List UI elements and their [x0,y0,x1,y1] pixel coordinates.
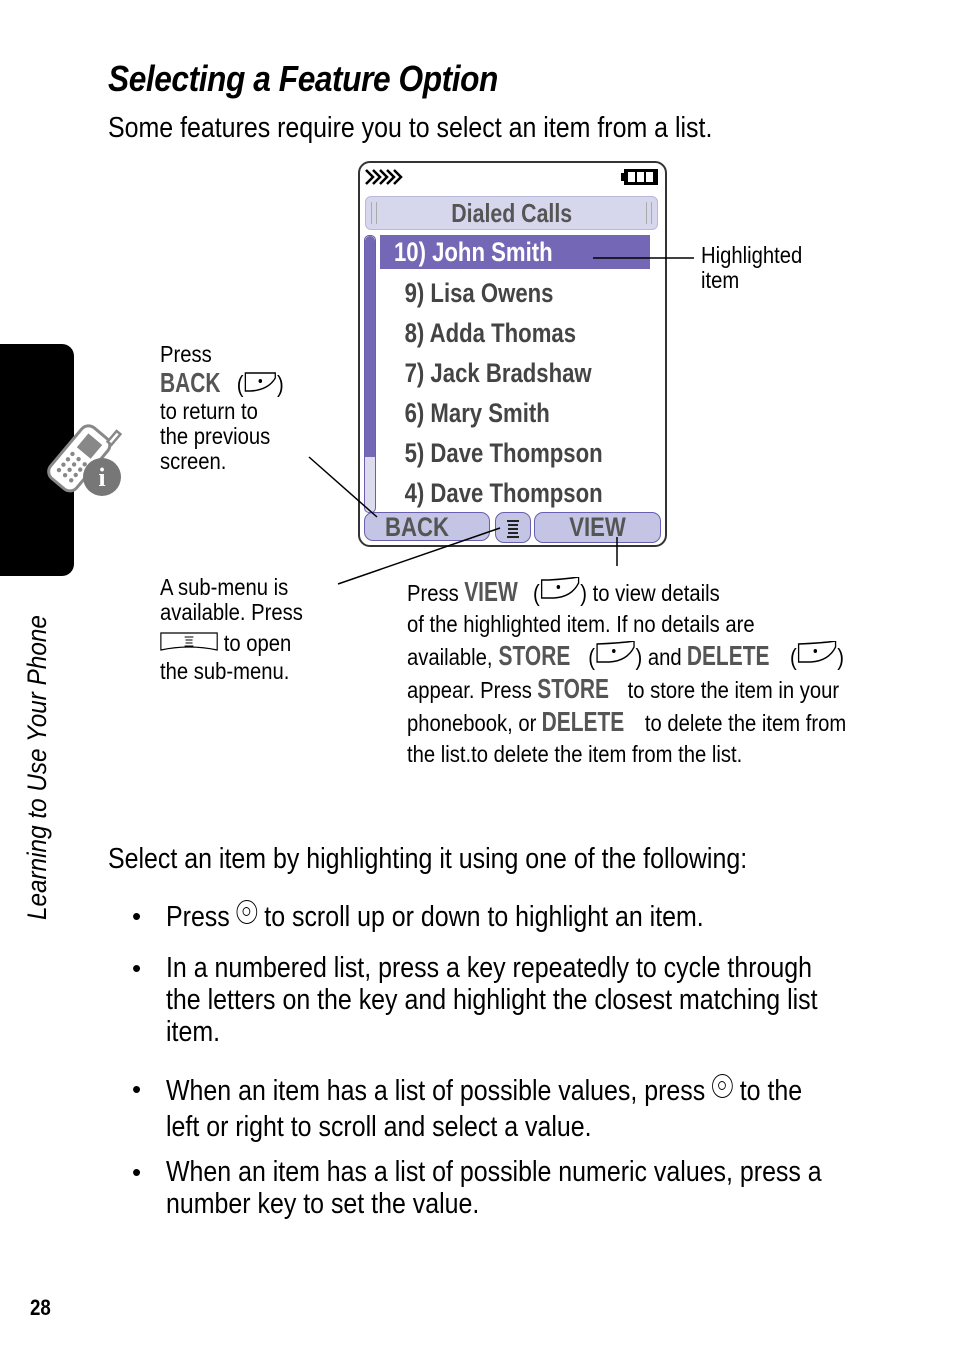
page-number: 28 [30,1295,51,1320]
nav-key-icon [236,900,258,924]
store-key-label: STORE [537,673,610,704]
callout-submenu: A sub-menu is available. Press to open t… [160,574,303,684]
bullet-item: In a numbered list, press a key repeated… [166,952,818,1048]
bullet-item: When an item has a list of possible valu… [166,1074,803,1143]
callout-view: Press VIEW () to view details of the hig… [407,576,847,767]
leader-back [308,456,378,518]
left-softkey-icon [244,372,276,392]
bullet-marker: • [132,1157,142,1187]
delete-softkey-icon [797,641,837,663]
view-key-label: VIEW [464,576,518,607]
bullet-marker: • [132,953,142,983]
callout-highlighted: Highlighted item [701,242,803,293]
right-softkey-icon [540,577,580,599]
store-key-label: STORE [498,640,570,671]
bullet-item: Press to scroll up or down to highlight … [166,900,704,933]
menu-key-icon [160,632,218,651]
callout-back: Press BACK () to return to the previous … [160,341,284,474]
store-softkey-icon [596,641,635,663]
bullet-marker: • [132,901,142,931]
delete-key-label: DELETE [687,640,770,671]
delete-key-label: DELETE [542,706,625,737]
bullet-item: When an item has a list of possible nume… [166,1156,822,1220]
nav-key-icon [712,1074,733,1098]
bullet-marker: • [132,1074,142,1104]
body-lead: Select an item by highlighting it using … [108,843,748,875]
back-key-label: BACK [160,367,221,398]
